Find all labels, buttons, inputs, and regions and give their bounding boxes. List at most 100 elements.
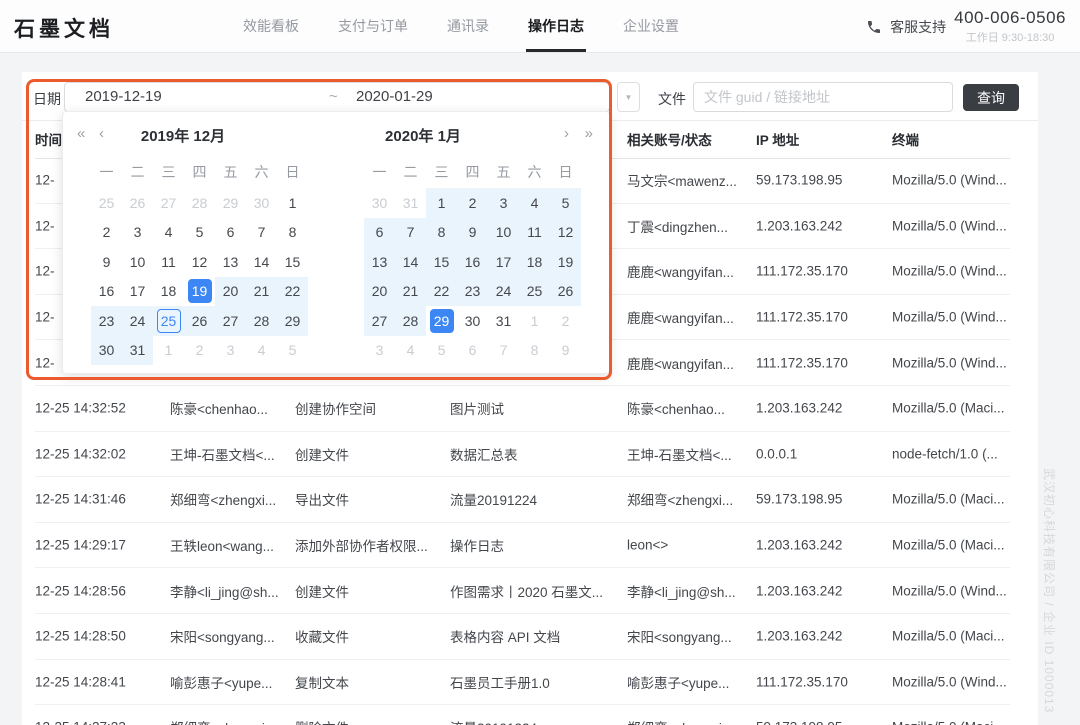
calendar-day[interactable]: 7 — [246, 218, 277, 248]
calendar-day[interactable]: 2 — [184, 336, 215, 366]
cell-account: 鹿鹿<wangyifan... — [627, 261, 744, 281]
calendar-day[interactable]: 15 — [426, 247, 457, 277]
nav-item[interactable]: 操作日志 — [528, 0, 584, 52]
calendar-day[interactable]: 28 — [246, 306, 277, 336]
calendar-day[interactable]: 6 — [215, 218, 246, 248]
calendar-day[interactable]: 29 — [277, 306, 308, 336]
calendar-day[interactable]: 3 — [215, 336, 246, 366]
calendar-day[interactable]: 9 — [457, 218, 488, 248]
search-button[interactable]: 查询 — [963, 84, 1019, 111]
calendar-day[interactable]: 17 — [122, 277, 153, 307]
calendar-day[interactable]: 8 — [426, 218, 457, 248]
calendar-day[interactable]: 27 — [364, 306, 395, 336]
calendar-day[interactable]: 21 — [395, 277, 426, 307]
calendar-day[interactable]: 4 — [395, 336, 426, 366]
cell-member: 王轶leon<wang... — [170, 535, 283, 555]
calendar-day[interactable]: 14 — [395, 247, 426, 277]
calendar-day[interactable]: 31 — [488, 306, 519, 336]
calendar-day[interactable]: 11 — [153, 247, 184, 277]
calendar-day[interactable]: 5 — [277, 336, 308, 366]
calendar-day[interactable]: 22 — [277, 277, 308, 307]
date-end-value[interactable]: 2020-01-29 — [356, 88, 433, 105]
calendar-day[interactable]: 2 — [91, 218, 122, 248]
next-month-icon[interactable]: › — [564, 125, 569, 143]
calendar-day[interactable]: 13 — [364, 247, 395, 277]
calendar-day[interactable]: 3 — [488, 188, 519, 218]
calendar-day[interactable]: 3 — [364, 336, 395, 366]
calendar-day[interactable]: 24 — [488, 277, 519, 307]
calendar-day[interactable]: 16 — [91, 277, 122, 307]
calendar-day[interactable]: 29 — [215, 188, 246, 218]
calendar-day[interactable]: 18 — [153, 277, 184, 307]
calendar-day[interactable]: 26 — [122, 188, 153, 218]
calendar-day[interactable]: 12 — [550, 218, 581, 248]
calendar-day[interactable]: 21 — [246, 277, 277, 307]
date-start-value[interactable]: 2019-12-19 — [85, 88, 162, 105]
calendar-day[interactable]: 5 — [184, 218, 215, 248]
calendar-day[interactable]: 2 — [550, 306, 581, 336]
calendar-day[interactable]: 27 — [153, 188, 184, 218]
calendar-day[interactable]: 1 — [426, 188, 457, 218]
calendar-day[interactable]: 4 — [153, 218, 184, 248]
calendar-day[interactable]: 17 — [488, 247, 519, 277]
calendar-day[interactable]: 20 — [364, 277, 395, 307]
calendar-day[interactable]: 26 — [550, 277, 581, 307]
calendar-day[interactable]: 3 — [122, 218, 153, 248]
calendar-day[interactable]: 14 — [246, 247, 277, 277]
calendar-day[interactable]: 9 — [91, 247, 122, 277]
calendar-day[interactable]: 29 — [426, 306, 457, 336]
calendar-day[interactable]: 7 — [395, 218, 426, 248]
calendar-day[interactable]: 30 — [91, 336, 122, 366]
calendar-day[interactable]: 5 — [426, 336, 457, 366]
calendar-day[interactable]: 1 — [153, 336, 184, 366]
calendar-day[interactable]: 28 — [395, 306, 426, 336]
calendar-day[interactable]: 18 — [519, 247, 550, 277]
calendar-day[interactable]: 8 — [277, 218, 308, 248]
next-year-icon[interactable]: » — [585, 125, 593, 143]
calendar-day[interactable]: 6 — [457, 336, 488, 366]
calendar-day[interactable]: 23 — [91, 306, 122, 336]
calendar-day[interactable]: 30 — [364, 188, 395, 218]
calendar-day[interactable]: 7 — [488, 336, 519, 366]
date-preset-dropdown[interactable]: ▼ — [617, 82, 640, 112]
calendar-day[interactable]: 31 — [395, 188, 426, 218]
nav-item[interactable]: 企业设置 — [623, 0, 679, 52]
calendar-day[interactable]: 2 — [457, 188, 488, 218]
calendar-day[interactable]: 1 — [519, 306, 550, 336]
calendar-day[interactable]: 20 — [215, 277, 246, 307]
calendar-day[interactable]: 31 — [122, 336, 153, 366]
calendar-day[interactable]: 13 — [215, 247, 246, 277]
calendar-day[interactable]: 10 — [488, 218, 519, 248]
calendar-day[interactable]: 12 — [184, 247, 215, 277]
calendar-day[interactable]: 10 — [122, 247, 153, 277]
calendar-day[interactable]: 30 — [457, 306, 488, 336]
calendar-day[interactable]: 5 — [550, 188, 581, 218]
cell-ip: 1.203.163.242 — [756, 538, 880, 553]
calendar-day[interactable]: 16 — [457, 247, 488, 277]
calendar-day[interactable]: 25 — [519, 277, 550, 307]
nav-item[interactable]: 通讯录 — [447, 0, 489, 52]
calendar-day[interactable]: 4 — [246, 336, 277, 366]
calendar-day[interactable]: 19 — [184, 277, 215, 307]
calendar-day[interactable]: 28 — [184, 188, 215, 218]
calendar-day[interactable]: 6 — [364, 218, 395, 248]
calendar-day[interactable]: 24 — [122, 306, 153, 336]
calendar-day[interactable]: 19 — [550, 247, 581, 277]
calendar-day[interactable]: 23 — [457, 277, 488, 307]
date-range-input[interactable]: 2019-12-19 ~ 2020-01-29 — [64, 82, 610, 112]
file-search-input[interactable] — [693, 82, 953, 112]
calendar-day[interactable]: 25 — [91, 188, 122, 218]
calendar-day[interactable]: 30 — [246, 188, 277, 218]
calendar-day[interactable]: 27 — [215, 306, 246, 336]
calendar-day[interactable]: 1 — [277, 188, 308, 218]
calendar-day[interactable]: 11 — [519, 218, 550, 248]
calendar-day[interactable]: 9 — [550, 336, 581, 366]
calendar-day[interactable]: 8 — [519, 336, 550, 366]
nav-item[interactable]: 支付与订单 — [338, 0, 408, 52]
calendar-day[interactable]: 25 — [153, 306, 184, 336]
nav-item[interactable]: 效能看板 — [243, 0, 299, 52]
calendar-day[interactable]: 22 — [426, 277, 457, 307]
calendar-day[interactable]: 4 — [519, 188, 550, 218]
calendar-day[interactable]: 15 — [277, 247, 308, 277]
calendar-day[interactable]: 26 — [184, 306, 215, 336]
